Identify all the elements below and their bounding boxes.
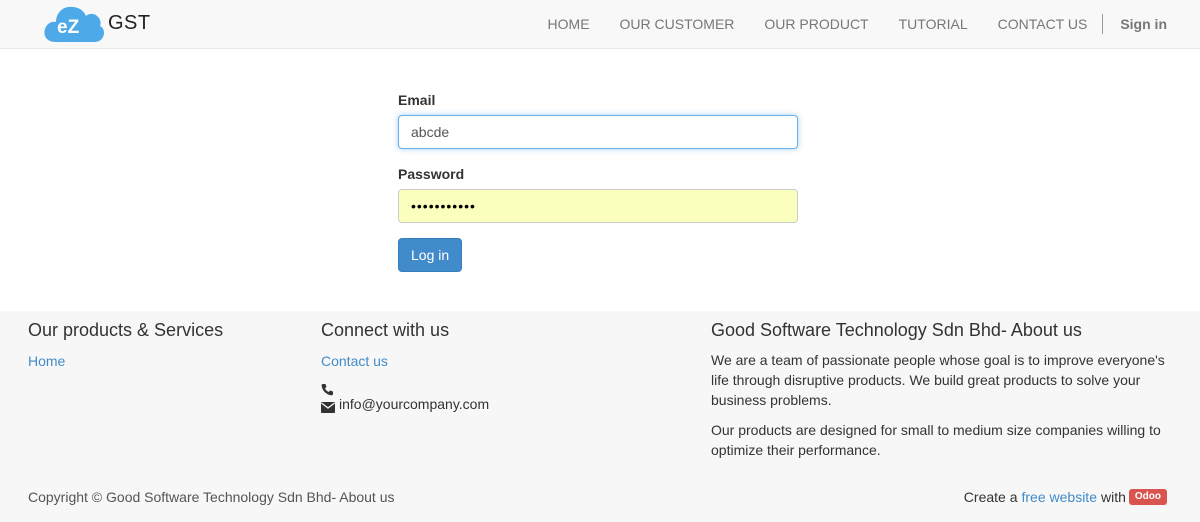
- contact-email: info@yourcompany.com: [339, 396, 490, 412]
- phone-icon: [321, 381, 334, 396]
- footer-products: Our products & Services Home: [28, 320, 288, 371]
- footer-about: Good Software Technology Sdn Bhd- About …: [711, 320, 1171, 460]
- about-heading: Good Software Technology Sdn Bhd- About …: [711, 320, 1082, 340]
- about-paragraph-1: We are a team of passionate people whose…: [711, 352, 1165, 408]
- odoo-badge[interactable]: Odoo: [1128, 489, 1167, 505]
- password-label: Password: [398, 166, 465, 182]
- password-group: Password: [398, 164, 798, 223]
- brand-logo[interactable]: eZ GST: [42, 2, 151, 44]
- nav-our-product[interactable]: OUR PRODUCT: [749, 0, 883, 48]
- top-navbar: eZ GST HOME OUR CUSTOMER OUR PRODUCT TUT…: [0, 0, 1200, 49]
- envelope-icon: [321, 398, 335, 413]
- nav-contact-us[interactable]: CONTACT US: [983, 0, 1103, 48]
- nav-our-customer[interactable]: OUR CUSTOMER: [605, 0, 750, 48]
- products-heading: Our products & Services: [28, 320, 224, 340]
- about-paragraph-2: Our products are designed for small to m…: [711, 422, 1161, 458]
- footer-home-link[interactable]: Home: [28, 353, 65, 369]
- copyright-text: Copyright © Good Software Technology Sdn…: [28, 489, 395, 505]
- brand-name: GST: [108, 11, 151, 34]
- email-label: Email: [398, 92, 436, 108]
- cloud-logo-icon: eZ: [42, 2, 106, 44]
- contact-us-link[interactable]: Contact us: [321, 353, 388, 369]
- nav-home[interactable]: HOME: [533, 0, 605, 48]
- nav-tutorial[interactable]: TUTORIAL: [884, 0, 983, 48]
- created-prefix: Create a: [963, 489, 1018, 505]
- email-field[interactable]: [398, 115, 798, 149]
- nav-divider: [1102, 14, 1104, 34]
- main-nav: HOME OUR CUSTOMER OUR PRODUCT TUTORIAL C…: [533, 0, 1200, 48]
- email-group: Email: [398, 90, 798, 149]
- connect-heading: Connect with us: [321, 320, 450, 340]
- free-website-link[interactable]: free website: [1022, 487, 1097, 507]
- login-button[interactable]: Log in: [398, 238, 463, 272]
- phone-line: [321, 381, 661, 396]
- email-line: info@yourcompany.com: [321, 394, 661, 414]
- svg-text:eZ: eZ: [57, 17, 80, 38]
- created-suffix: with: [1100, 489, 1126, 505]
- sign-in-link[interactable]: Sign in: [1104, 0, 1200, 48]
- footer: Our products & Services Home Connect wit…: [0, 311, 1200, 522]
- footer-connect: Connect with us Contact us info@yourcomp…: [321, 320, 661, 414]
- password-field[interactable]: [398, 189, 798, 223]
- created-with: Create a free website with Odoo: [964, 487, 1167, 507]
- login-form: Email Password Log in: [398, 90, 798, 272]
